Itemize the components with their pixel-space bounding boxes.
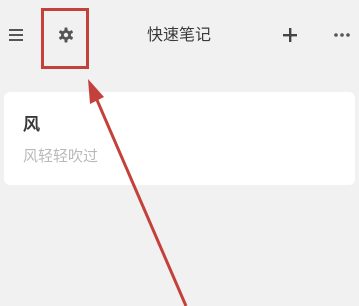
plus-icon: [283, 28, 297, 42]
more-options-button[interactable]: [328, 20, 356, 50]
note-title: 风: [23, 115, 40, 135]
page-title: 快速笔记: [146, 25, 211, 44]
more-horizontal-icon: [334, 33, 350, 37]
gear-icon: [59, 27, 73, 43]
menu-button[interactable]: [4, 20, 28, 50]
note-preview: 风轻轻吹过: [23, 147, 99, 165]
app-bar: 快速笔记: [0, 0, 359, 72]
note-card[interactable]: 风 风轻轻吹过: [4, 92, 355, 185]
settings-button[interactable]: [50, 20, 82, 50]
hamburger-menu-icon: [9, 29, 23, 41]
add-note-button[interactable]: [276, 20, 304, 50]
